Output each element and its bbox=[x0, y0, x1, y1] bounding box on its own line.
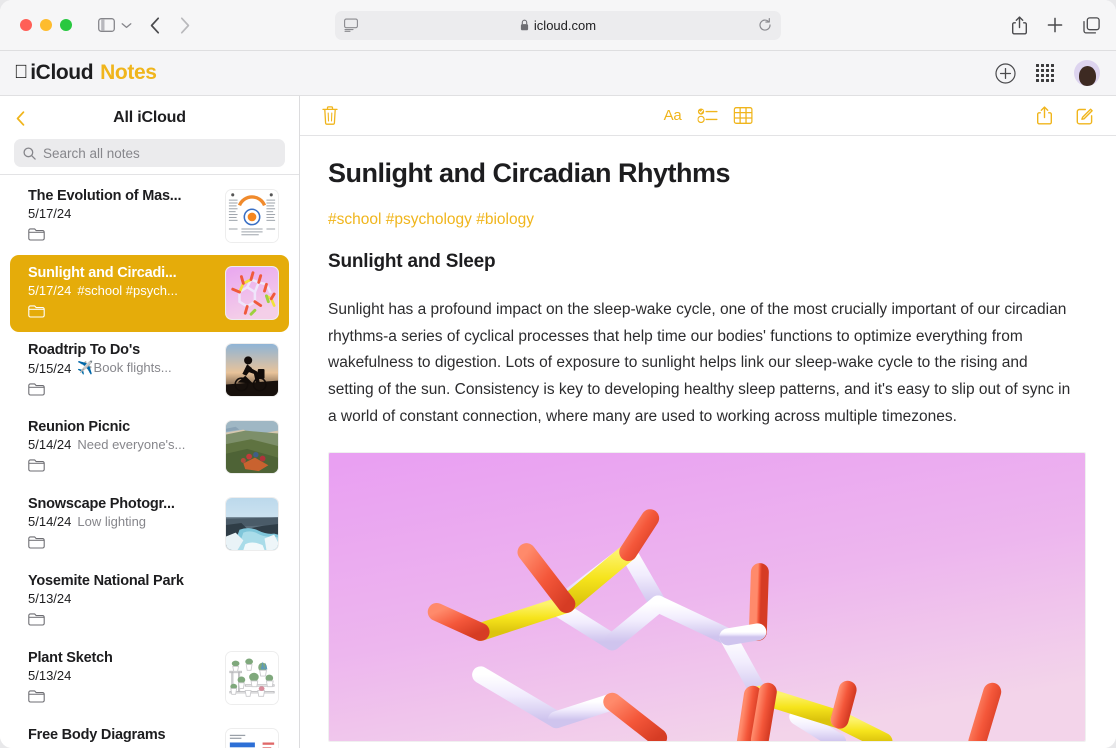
brand-icloud-label: iCloud bbox=[30, 61, 93, 85]
notes-list[interactable]: The Evolution of Mas... 5/17/24 bbox=[0, 175, 299, 748]
app-grid-icon[interactable] bbox=[1036, 64, 1054, 82]
browser-right-actions bbox=[1012, 16, 1100, 35]
address-bar[interactable]: icloud.com bbox=[335, 11, 781, 40]
list-item[interactable]: Reunion Picnic 5/14/24 Need everyone's..… bbox=[10, 409, 289, 486]
note-title: Reunion Picnic bbox=[28, 419, 217, 435]
list-item[interactable]: Snowscape Photogr... 5/14/24 Low lightin… bbox=[10, 486, 289, 563]
note-date: 5/17/24 bbox=[28, 283, 71, 298]
note-editor: Aa bbox=[300, 96, 1116, 748]
note-section-heading: Sunlight and Sleep bbox=[328, 251, 1086, 273]
note-toolbar: Aa bbox=[300, 96, 1116, 136]
note-snippet: #school #psych... bbox=[77, 283, 177, 298]
tab-overview-icon[interactable] bbox=[1083, 17, 1100, 34]
note-thumbnail bbox=[225, 651, 279, 705]
note-tags[interactable]: #school #psychology #biology bbox=[328, 211, 1086, 229]
note-title: Plant Sketch bbox=[28, 650, 217, 666]
compose-icon[interactable] bbox=[1076, 107, 1094, 125]
folder-icon bbox=[28, 690, 217, 703]
folder-icon bbox=[28, 536, 217, 549]
note-snippet: ✈️Book flights... bbox=[77, 360, 171, 376]
brand-app-label: Notes bbox=[100, 61, 156, 85]
icloud-brand[interactable]:  iCloud Notes bbox=[14, 61, 157, 85]
table-icon[interactable] bbox=[733, 107, 752, 124]
share-icon[interactable] bbox=[1012, 16, 1027, 35]
note-thumbnail bbox=[225, 420, 279, 474]
folder-icon bbox=[28, 613, 279, 626]
trash-icon[interactable] bbox=[322, 106, 338, 125]
share-icon[interactable] bbox=[1037, 106, 1052, 125]
reload-icon[interactable] bbox=[758, 18, 772, 32]
format-text-button[interactable]: Aa bbox=[664, 107, 682, 124]
chevron-down-icon[interactable] bbox=[121, 22, 132, 29]
folder-icon bbox=[28, 305, 217, 318]
avatar[interactable] bbox=[1074, 60, 1100, 86]
url-text: icloud.com bbox=[534, 18, 596, 33]
note-title: Snowscape Photogr... bbox=[28, 496, 217, 512]
note-paragraph: Sunlight has a profound impact on the sl… bbox=[328, 297, 1073, 430]
minimize-window-button[interactable] bbox=[40, 19, 52, 31]
note-title: The Evolution of Mas... bbox=[28, 188, 217, 204]
page-title: All iCloud bbox=[12, 109, 287, 127]
icloud-app-header:  iCloud Notes bbox=[0, 51, 1116, 96]
lock-icon bbox=[520, 19, 529, 31]
back-chevron-icon[interactable] bbox=[150, 17, 160, 34]
checklist-icon[interactable] bbox=[697, 108, 717, 123]
note-date: 5/15/24 bbox=[28, 361, 71, 376]
note-snippet: Low lighting bbox=[77, 514, 146, 529]
note-thumbnail bbox=[225, 189, 279, 243]
forward-chevron-icon[interactable] bbox=[180, 17, 190, 34]
folder-icon bbox=[28, 459, 217, 472]
search-icon bbox=[23, 147, 36, 160]
reader-view-icon[interactable] bbox=[344, 18, 358, 32]
sidebar-header: All iCloud bbox=[0, 96, 299, 175]
folder-icon bbox=[28, 383, 217, 396]
sidebar-back-button[interactable] bbox=[16, 111, 25, 126]
search-box[interactable] bbox=[14, 139, 285, 167]
plus-circle-icon[interactable] bbox=[995, 63, 1016, 84]
list-item[interactable]: The Evolution of Mas... 5/17/24 bbox=[10, 178, 289, 255]
list-item[interactable]: Free Body Diagrams bbox=[10, 717, 289, 748]
note-thumbnail bbox=[225, 497, 279, 551]
note-title: Yosemite National Park bbox=[28, 573, 279, 589]
note-title: Roadtrip To Do's bbox=[28, 342, 217, 358]
app-body: All iCloud The Evolution of bbox=[0, 96, 1116, 748]
note-format-tools: Aa bbox=[664, 107, 753, 124]
note-thumbnail bbox=[225, 266, 279, 320]
window-controls bbox=[20, 19, 72, 31]
note-snippet: Need everyone's... bbox=[77, 437, 185, 452]
notes-sidebar: All iCloud The Evolution of bbox=[0, 96, 300, 748]
list-item[interactable]: Sunlight and Circadi... 5/17/24 #school … bbox=[10, 255, 289, 332]
apple-logo-icon:  bbox=[14, 63, 28, 82]
note-date: 5/17/24 bbox=[28, 206, 71, 221]
browser-toolbar: icloud.com bbox=[0, 0, 1116, 51]
maximize-window-button[interactable] bbox=[60, 19, 72, 31]
list-item[interactable]: Roadtrip To Do's 5/15/24 ✈️Book flights.… bbox=[10, 332, 289, 409]
note-thumbnail bbox=[225, 728, 279, 748]
browser-window: icloud.com bbox=[0, 0, 1116, 748]
icloud-header-actions bbox=[995, 60, 1100, 86]
note-date: 5/13/24 bbox=[28, 591, 71, 606]
note-image-molecule[interactable] bbox=[328, 452, 1086, 742]
sidebar-toggle-icon[interactable] bbox=[98, 18, 115, 32]
plus-icon[interactable] bbox=[1047, 17, 1063, 33]
note-title: Free Body Diagrams bbox=[28, 727, 217, 743]
list-item[interactable]: Yosemite National Park 5/13/24 bbox=[10, 563, 289, 640]
note-title: Sunlight and Circadi... bbox=[28, 265, 217, 281]
note-date: 5/14/24 bbox=[28, 514, 71, 529]
search-input[interactable] bbox=[43, 146, 276, 161]
note-actions bbox=[1037, 106, 1094, 125]
note-thumbnail bbox=[225, 343, 279, 397]
note-date: 5/14/24 bbox=[28, 437, 71, 452]
note-heading-title: Sunlight and Circadian Rhythms bbox=[328, 158, 1086, 189]
note-content[interactable]: Sunlight and Circadian Rhythms #school #… bbox=[300, 136, 1116, 748]
url-display[interactable]: icloud.com bbox=[358, 18, 758, 33]
list-item[interactable]: Plant Sketch 5/13/24 bbox=[10, 640, 289, 717]
folder-icon bbox=[28, 228, 217, 241]
note-date: 5/13/24 bbox=[28, 668, 71, 683]
close-window-button[interactable] bbox=[20, 19, 32, 31]
